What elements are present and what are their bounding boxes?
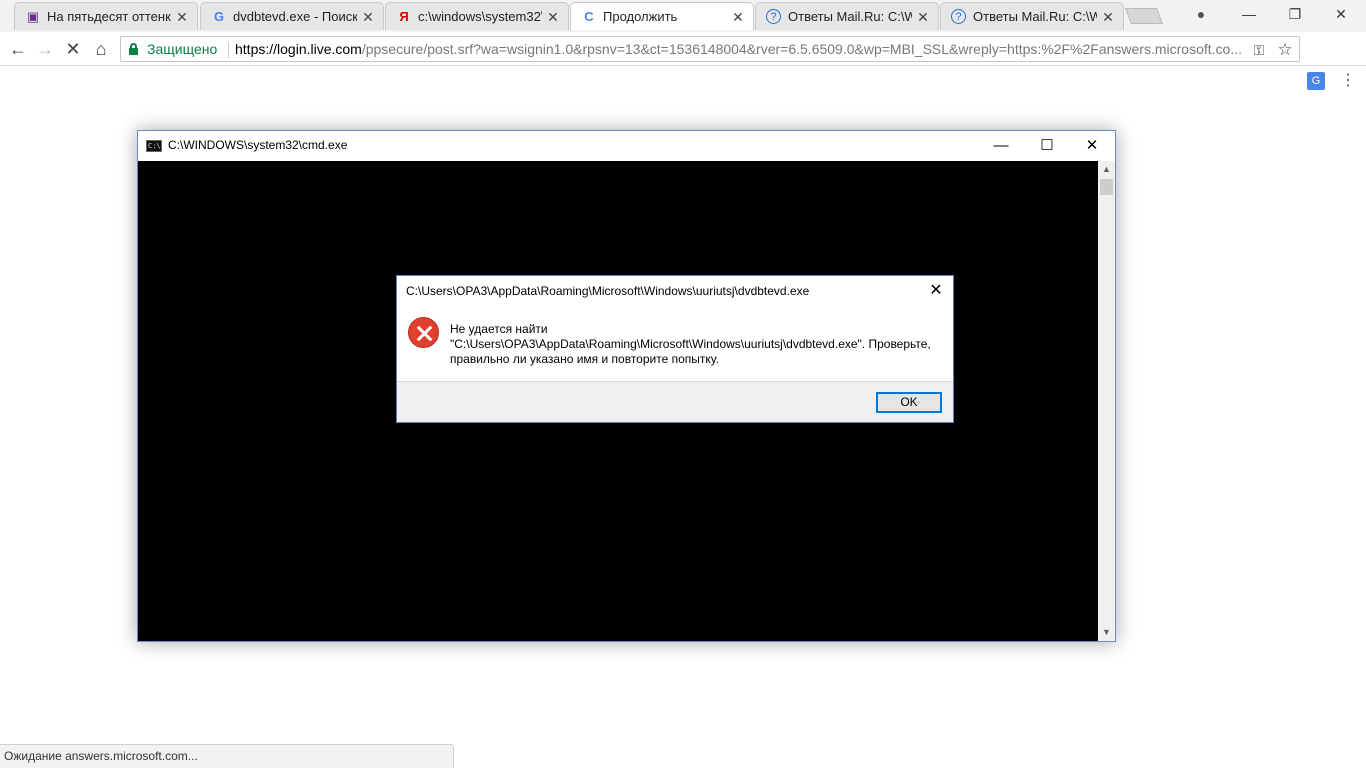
close-tab-icon[interactable]: ✕ <box>731 9 745 25</box>
tab-title: dvdbtevd.exe - Поиск в <box>233 9 357 24</box>
cmd-close-button[interactable]: ✕ <box>1069 131 1115 161</box>
tab-1[interactable]: ▣ На пятьдесят оттенков ✕ <box>14 2 198 30</box>
close-tab-icon[interactable]: ✕ <box>546 9 560 25</box>
loading-spinner-icon: C <box>584 9 594 24</box>
message-line: "C:\Users\OPA3\AppData\Roaming\Microsoft… <box>450 337 931 351</box>
minimize-window-button[interactable]: — <box>1226 0 1272 28</box>
divider <box>228 42 229 58</box>
restore-window-button[interactable]: ❐ <box>1272 0 1318 28</box>
tab-title: c:\windows\system32\c <box>418 9 542 24</box>
new-tab-button[interactable] <box>1125 8 1163 24</box>
tab-strip: ▣ На пятьдесят оттенков ✕ G dvdbtevd.exe… <box>0 0 1366 32</box>
translate-icon[interactable]: G <box>1307 72 1325 90</box>
address-bar[interactable]: Защищено https://login.live.com/ppsecure… <box>120 36 1300 62</box>
ok-button[interactable]: OK <box>876 392 942 413</box>
cmd-maximize-button[interactable]: ☐ <box>1024 131 1070 161</box>
browser-toolbar: ← → ✕ ⌂ Защищено https://login.live.com/… <box>0 32 1366 90</box>
home-icon[interactable]: ⌂ <box>88 36 114 62</box>
close-window-button[interactable]: ✕ <box>1318 0 1364 28</box>
google-icon: G <box>213 9 225 24</box>
status-text: Ожидание answers.microsoft.com... <box>4 749 198 763</box>
lock-icon <box>129 43 138 55</box>
message-line: Не удается найти <box>450 322 548 336</box>
close-tab-icon[interactable]: ✕ <box>1101 9 1115 25</box>
key-icon[interactable]: ⚿ <box>1249 40 1269 60</box>
status-bubble: Ожидание answers.microsoft.com... <box>0 744 454 768</box>
scroll-down-arrow-icon[interactable]: ▼ <box>1098 624 1115 641</box>
question-icon: ? <box>766 9 781 24</box>
console-icon: C:\ <box>146 140 162 152</box>
profile-icon[interactable]: ● <box>1178 0 1224 28</box>
tab-6[interactable]: ? Ответы Mail.Ru: C:\Win ✕ <box>940 2 1124 30</box>
tab-title: Ответы Mail.Ru: C:\Win <box>973 9 1097 24</box>
question-icon: ? <box>951 9 966 24</box>
secure-label[interactable]: Защищено <box>147 41 217 57</box>
tab-4-active[interactable]: C Продолжить ✕ <box>570 2 754 30</box>
back-arrow-icon[interactable]: ← <box>5 36 31 62</box>
url-path: /ppsecure/post.srf?wa=wsignin1.0&rpsnv=1… <box>361 41 1242 57</box>
tab-5[interactable]: ? Ответы Mail.Ru: C:\Win ✕ <box>755 2 939 30</box>
yandex-icon: Я <box>399 9 409 24</box>
url-host: https://login.live.com <box>235 41 362 57</box>
cmd-scrollbar[interactable]: ▲ ▼ <box>1098 161 1115 641</box>
error-icon <box>408 317 439 348</box>
dialog-message: Не удается найти "C:\Users\OPA3\AppData\… <box>450 322 950 367</box>
tab-title: Продолжить <box>603 9 678 24</box>
dialog-footer: OK <box>397 381 953 422</box>
error-dialog: C:\Users\OPA3\AppData\Roaming\Microsoft\… <box>396 275 954 423</box>
tab-2[interactable]: G dvdbtevd.exe - Поиск в ✕ <box>200 2 384 30</box>
cmd-minimize-button[interactable]: — <box>978 131 1024 161</box>
cmd-window-title: C:\WINDOWS\system32\cmd.exe <box>168 138 348 152</box>
forward-arrow-icon[interactable]: → <box>32 36 58 62</box>
scroll-up-arrow-icon[interactable]: ▲ <box>1098 161 1115 178</box>
browser-menu-icon[interactable]: ⋮ <box>1340 70 1356 92</box>
tab-title: На пятьдесят оттенков <box>47 9 171 24</box>
site-favicon-icon: ▣ <box>26 9 40 24</box>
message-line: правильно ли указано имя и повторите поп… <box>450 352 719 366</box>
dialog-title: C:\Users\OPA3\AppData\Roaming\Microsoft\… <box>406 284 810 298</box>
dialog-close-icon[interactable]: ✕ <box>925 280 947 302</box>
cmd-titlebar[interactable]: C:\ C:\WINDOWS\system32\cmd.exe — ☐ ✕ <box>138 131 1115 161</box>
stop-loading-icon[interactable]: ✕ <box>60 36 86 62</box>
close-tab-icon[interactable]: ✕ <box>916 9 930 25</box>
tab-3[interactable]: Я c:\windows\system32\c ✕ <box>385 2 569 30</box>
bookmark-star-icon[interactable]: ☆ <box>1275 40 1295 60</box>
tab-title: Ответы Mail.Ru: C:\Win <box>788 9 912 24</box>
close-tab-icon[interactable]: ✕ <box>175 9 189 25</box>
close-tab-icon[interactable]: ✕ <box>361 9 375 25</box>
url-text[interactable]: https://login.live.com/ppsecure/post.srf… <box>235 41 1245 57</box>
scroll-thumb[interactable] <box>1100 179 1113 195</box>
